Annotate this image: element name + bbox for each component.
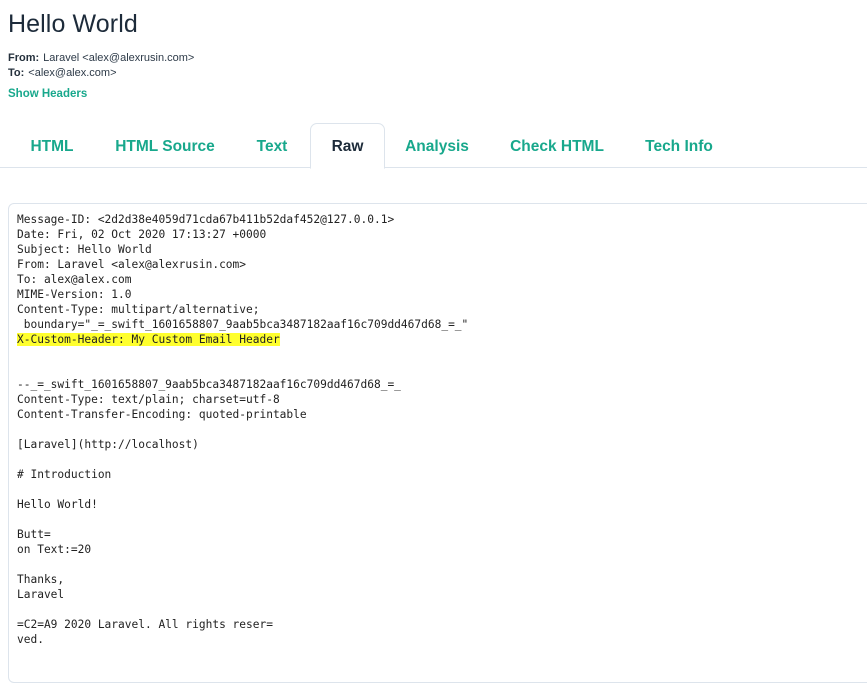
to-line: To: <alex@alex.com>	[8, 67, 117, 79]
raw-line	[17, 452, 468, 467]
raw-line	[17, 422, 468, 437]
raw-line: boundary="_=_swift_1601658807_9aab5bca34…	[17, 318, 469, 331]
raw-line: on Text:=20	[17, 543, 92, 556]
raw-line: --_=_swift_1601658807_9aab5bca3487182aaf…	[17, 378, 401, 391]
raw-line	[17, 362, 468, 377]
tab-check-html[interactable]: Check HTML	[489, 123, 625, 168]
raw-line: Subject: Hello World	[17, 243, 152, 256]
raw-source-text: Message-ID: <2d2d38e4059d71cda67b411b52d…	[17, 212, 468, 647]
raw-line: From: Laravel <alex@alexrusin.com>	[17, 258, 247, 271]
raw-line	[17, 512, 468, 527]
highlight-mark: X-Custom-Header: My Custom Email Header	[17, 333, 280, 346]
raw-line: Message-ID: <2d2d38e4059d71cda67b411b52d…	[17, 213, 395, 226]
to-value: <alex@alex.com>	[28, 67, 117, 79]
raw-line: # Introduction	[17, 468, 112, 481]
raw-line: MIME-Version: 1.0	[17, 288, 132, 301]
tab-analysis[interactable]: Analysis	[385, 123, 489, 168]
raw-line: [Laravel](http://localhost)	[17, 438, 199, 451]
tab-raw[interactable]: Raw	[310, 123, 385, 169]
raw-line	[17, 602, 468, 617]
view-tabs: HTML HTML Source Text Raw Analysis Check…	[0, 123, 867, 169]
raw-line: ved.	[17, 633, 44, 646]
tab-tech-info[interactable]: Tech Info	[625, 123, 733, 168]
raw-line: To: alex@alex.com	[17, 273, 132, 286]
raw-line: Content-Type: multipart/alternative;	[17, 303, 260, 316]
raw-line	[17, 482, 468, 497]
raw-line	[17, 557, 468, 572]
tab-text[interactable]: Text	[234, 123, 310, 168]
raw-line-highlighted: X-Custom-Header: My Custom Email Header	[17, 332, 468, 347]
raw-line: =C2=A9 2020 Laravel. All rights reser=	[17, 618, 273, 631]
raw-line: Hello World!	[17, 498, 98, 511]
raw-line: Content-Type: text/plain; charset=utf-8	[17, 393, 280, 406]
raw-line: Thanks,	[17, 573, 65, 586]
raw-line: Date: Fri, 02 Oct 2020 17:13:27 +0000	[17, 228, 267, 241]
from-line: From: Laravel <alex@alexrusin.com>	[8, 52, 194, 64]
show-headers-link[interactable]: Show Headers	[8, 88, 87, 100]
from-label: From:	[8, 52, 40, 64]
raw-line: Butt=	[17, 528, 51, 541]
email-subject-title: Hello World	[8, 10, 138, 38]
raw-line: Laravel	[17, 588, 65, 601]
tab-html[interactable]: HTML	[8, 123, 96, 168]
raw-line	[17, 347, 468, 362]
from-value: Laravel <alex@alexrusin.com>	[43, 52, 195, 64]
tab-html-source[interactable]: HTML Source	[96, 123, 234, 168]
raw-line: Content-Transfer-Encoding: quoted-printa…	[17, 408, 307, 421]
to-label: To:	[8, 67, 25, 79]
